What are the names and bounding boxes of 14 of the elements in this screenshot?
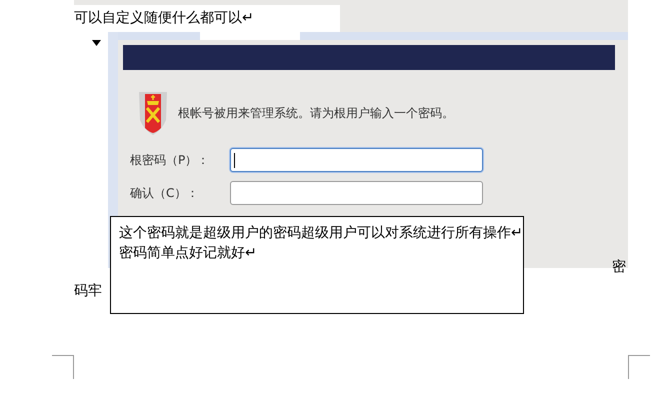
shield-icon (136, 90, 170, 136)
document-text: 可以自定义随便什么都可以↵ (74, 9, 254, 28)
crop-mark (52, 355, 74, 379)
text-line: 密码简单点好记就好↵ (119, 244, 257, 263)
text-line: 这个密码就是超级用户的密码超级用户可以对系统进行所有操作↵ (119, 224, 523, 243)
crop-mark (628, 355, 650, 379)
field-label: 确认（C）： (130, 185, 200, 202)
document-text: 密 (612, 258, 626, 277)
document-text: 码牢 (74, 282, 102, 301)
password-field[interactable] (230, 181, 483, 205)
dialog-message: 根帐号被用来管理系统。请为根用户输入一个密码。 (178, 105, 454, 122)
dropdown-arrow-icon (92, 40, 101, 46)
password-field[interactable] (230, 148, 483, 172)
field-label: 根密码（P）： (130, 152, 210, 169)
